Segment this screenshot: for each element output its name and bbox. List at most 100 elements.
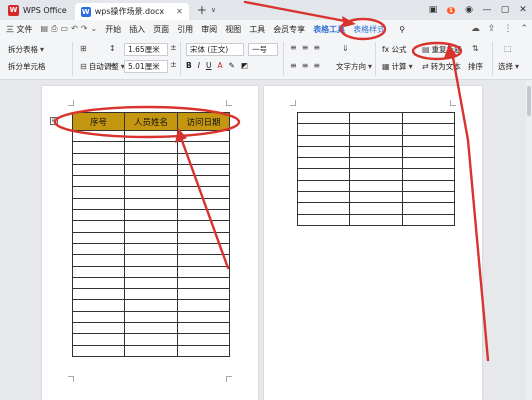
col-width-stepper[interactable]: ± [170, 60, 177, 69]
table-properties-icon[interactable]: ⊞ [80, 44, 87, 53]
table-cell[interactable] [297, 157, 350, 170]
table-cell[interactable] [297, 191, 350, 204]
menu-insert[interactable]: 插入 [125, 24, 149, 35]
table-cell[interactable] [124, 186, 178, 199]
shading-icon[interactable]: ◩ [241, 61, 248, 70]
menu-view[interactable]: 视图 [221, 24, 245, 35]
calculate-button[interactable]: ▦ 计算 ▾ [382, 61, 413, 72]
table-cell[interactable] [402, 134, 455, 147]
split-table-button[interactable]: 拆分表格 ▾ [8, 44, 44, 55]
tab-list-chevron-icon[interactable]: ∨ [211, 6, 216, 14]
table-cell[interactable] [349, 168, 403, 181]
document-tab[interactable]: W wps操作场景.docx ✕ [74, 3, 189, 20]
table-cell[interactable] [177, 163, 230, 177]
italic-icon[interactable]: I [198, 61, 200, 70]
menu-review[interactable]: 审阅 [197, 24, 221, 35]
table-cell[interactable] [402, 213, 455, 226]
font-color-icon[interactable]: A [217, 61, 222, 70]
table-cell[interactable] [177, 276, 230, 290]
page-2[interactable] [264, 86, 482, 400]
avatar[interactable]: ◉ [460, 5, 478, 15]
table-cell[interactable] [402, 179, 455, 193]
table-cell[interactable] [297, 134, 350, 147]
text-direction-button[interactable]: 文字方向 ▾ [336, 61, 372, 72]
table-cell[interactable] [72, 163, 125, 177]
header-cell-name[interactable]: 人员姓名 [124, 112, 178, 131]
row-height-input[interactable]: 1.65厘米 [124, 43, 168, 56]
header-cell-date[interactable]: 访问日期 [177, 112, 230, 131]
table-cell[interactable] [177, 288, 230, 301]
sort-icon[interactable]: ⇅ [472, 44, 479, 53]
table-cell[interactable] [72, 254, 125, 267]
table-cell[interactable] [349, 157, 403, 170]
table-cell[interactable] [124, 152, 178, 165]
text-direction-icon[interactable]: ⇓ [342, 44, 349, 53]
scrollbar-thumb[interactable] [527, 86, 531, 116]
table-cell[interactable] [72, 276, 125, 290]
table-cell[interactable] [72, 265, 125, 278]
notification-badge[interactable]: 1 [442, 5, 460, 15]
table-cell[interactable] [124, 288, 178, 301]
align-top-right-icon[interactable]: ≡ [313, 43, 320, 52]
minimize-icon[interactable]: — [478, 5, 496, 15]
menu-table-style[interactable]: 表格样式 [349, 24, 389, 35]
table-cell[interactable] [177, 265, 230, 278]
table-cell[interactable] [402, 202, 455, 215]
table-cell[interactable] [177, 209, 230, 222]
save-icon[interactable]: ▤ [41, 24, 49, 34]
table-cell[interactable] [349, 202, 403, 215]
table-cell[interactable] [349, 179, 403, 193]
repeat-header-button[interactable]: ▤ 重复标题 [422, 44, 462, 55]
close-window-icon[interactable]: ✕ [514, 5, 532, 15]
table-cell[interactable] [177, 186, 230, 199]
table-cell[interactable] [177, 242, 230, 256]
table-cell[interactable] [177, 254, 230, 267]
menu-references[interactable]: 引用 [173, 24, 197, 35]
table-cell[interactable] [297, 213, 350, 226]
select-icon[interactable]: ⬚ [504, 44, 512, 53]
align-mid-right-icon[interactable]: ≡ [313, 61, 320, 70]
app-home-tab[interactable]: W WPS Office [0, 0, 75, 20]
menu-table-tools[interactable]: 表格工具 [309, 24, 349, 35]
table-cell[interactable] [402, 111, 455, 125]
align-mid-center-icon[interactable]: ≡ [302, 61, 309, 70]
split-cell-button[interactable]: 拆分单元格 [8, 61, 46, 72]
table-cell[interactable] [124, 310, 178, 324]
table-cell[interactable] [349, 213, 403, 226]
align-top-left-icon[interactable]: ≡ [290, 43, 297, 52]
table-cell[interactable] [72, 242, 125, 256]
table-cell[interactable] [177, 310, 230, 324]
print-preview-icon[interactable]: ⎙ [51, 24, 57, 34]
table-cell[interactable] [297, 202, 350, 215]
undo-icon[interactable]: ↶ [71, 24, 78, 34]
table-cell[interactable] [297, 168, 350, 181]
new-tab-icon[interactable]: + [197, 3, 207, 17]
menu-home[interactable]: 开始 [101, 24, 125, 35]
table-cell[interactable] [124, 129, 178, 143]
table-cell[interactable] [177, 344, 230, 357]
table-cell[interactable] [124, 163, 178, 177]
table-cell[interactable] [349, 145, 403, 159]
continued-table[interactable] [297, 111, 455, 226]
document-canvas[interactable]: ⊕ 序号 人员姓名 访问日期 [0, 80, 532, 400]
table-cell[interactable] [124, 254, 178, 267]
tab-close-icon[interactable]: ✕ [176, 7, 183, 16]
table-cell[interactable] [297, 145, 350, 159]
collapse-ribbon-icon[interactable]: ⌃ [520, 24, 528, 34]
more-icon[interactable]: ⋮ [503, 24, 512, 34]
table-cell[interactable] [72, 129, 125, 143]
table-cell[interactable] [177, 141, 230, 154]
font-size-select[interactable]: 一号 [248, 43, 278, 56]
table-cell[interactable] [72, 299, 125, 312]
table-cell[interactable] [124, 344, 178, 357]
table-cell[interactable] [177, 231, 230, 244]
cloud-icon[interactable]: ☁ [471, 24, 480, 34]
table-cell[interactable] [177, 333, 230, 346]
table-cell[interactable] [177, 299, 230, 312]
table-cell[interactable] [124, 299, 178, 312]
convert-to-text-button[interactable]: ⇄ 转为文本 [422, 61, 461, 72]
table-cell[interactable] [177, 322, 230, 335]
page-1[interactable]: ⊕ 序号 人员姓名 访问日期 [42, 86, 258, 400]
table-cell[interactable] [349, 134, 403, 147]
table-cell[interactable] [72, 322, 125, 335]
